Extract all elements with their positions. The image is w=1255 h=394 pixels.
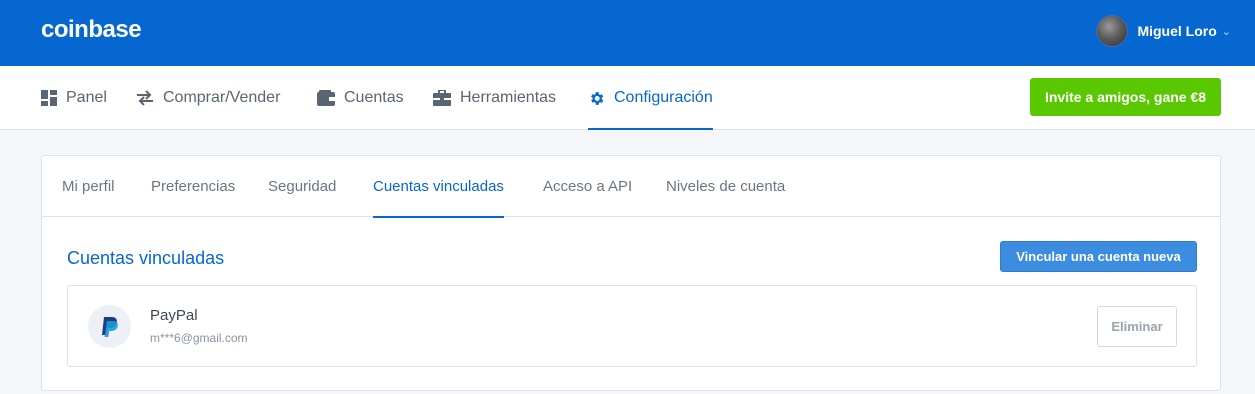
invite-friends-button[interactable]: Invite a amigos, gane €8 [1030, 78, 1221, 116]
nav-item-label: Cuentas [344, 89, 404, 106]
tab-mi-perfil[interactable]: Mi perfil [62, 156, 115, 217]
wallet-icon [317, 90, 335, 106]
link-new-account-button[interactable]: Vincular una cuenta nueva [1000, 241, 1197, 272]
nav-item-label: Panel [66, 89, 107, 106]
toolbox-icon [433, 90, 451, 106]
settings-card: Mi perfil Preferencias Seguridad Cuentas… [41, 155, 1221, 391]
remove-account-button[interactable]: Eliminar [1097, 306, 1177, 347]
user-menu[interactable]: Miguel Loro ⌄ [1096, 15, 1231, 47]
nav-item-label: Herramientas [460, 89, 557, 106]
user-name: Miguel Loro [1137, 23, 1217, 39]
linked-account-row: PayPal m***6@gmail.com Eliminar [67, 285, 1197, 367]
top-header: coinbase Miguel Loro ⌄ [0, 0, 1255, 66]
dashboard-icon [41, 90, 57, 106]
account-email: m***6@gmail.com [150, 331, 248, 345]
main-nav: Panel Comprar/Vender Cuentas Herramienta… [0, 66, 1255, 130]
nav-item-configuracion[interactable]: Configuración [588, 66, 713, 130]
tab-acceso-api[interactable]: Acceso a API [543, 156, 632, 217]
tab-cuentas-vinculadas[interactable]: Cuentas vinculadas [373, 156, 504, 218]
settings-tabs: Mi perfil Preferencias Seguridad Cuentas… [42, 156, 1220, 218]
tab-preferencias[interactable]: Preferencias [151, 156, 235, 217]
chevron-down-icon: ⌄ [1221, 25, 1231, 38]
nav-item-cuentas[interactable]: Cuentas [317, 66, 404, 130]
nav-item-label: Configuración [614, 89, 713, 106]
paypal-icon [88, 305, 131, 348]
nav-item-comprar-vender[interactable]: Comprar/Vender [136, 66, 280, 130]
exchange-arrows-icon [137, 90, 153, 106]
nav-item-label: Comprar/Vender [163, 89, 281, 106]
gear-icon [591, 91, 604, 105]
tab-niveles-de-cuenta[interactable]: Niveles de cuenta [666, 156, 785, 217]
coinbase-logo[interactable]: coinbase [41, 16, 142, 44]
tab-seguridad[interactable]: Seguridad [268, 156, 336, 217]
avatar [1096, 15, 1129, 47]
section-title: Cuentas vinculadas [67, 248, 225, 268]
account-name: PayPal [150, 307, 198, 324]
nav-item-herramientas[interactable]: Herramientas [433, 66, 556, 130]
nav-item-panel[interactable]: Panel [41, 66, 107, 130]
